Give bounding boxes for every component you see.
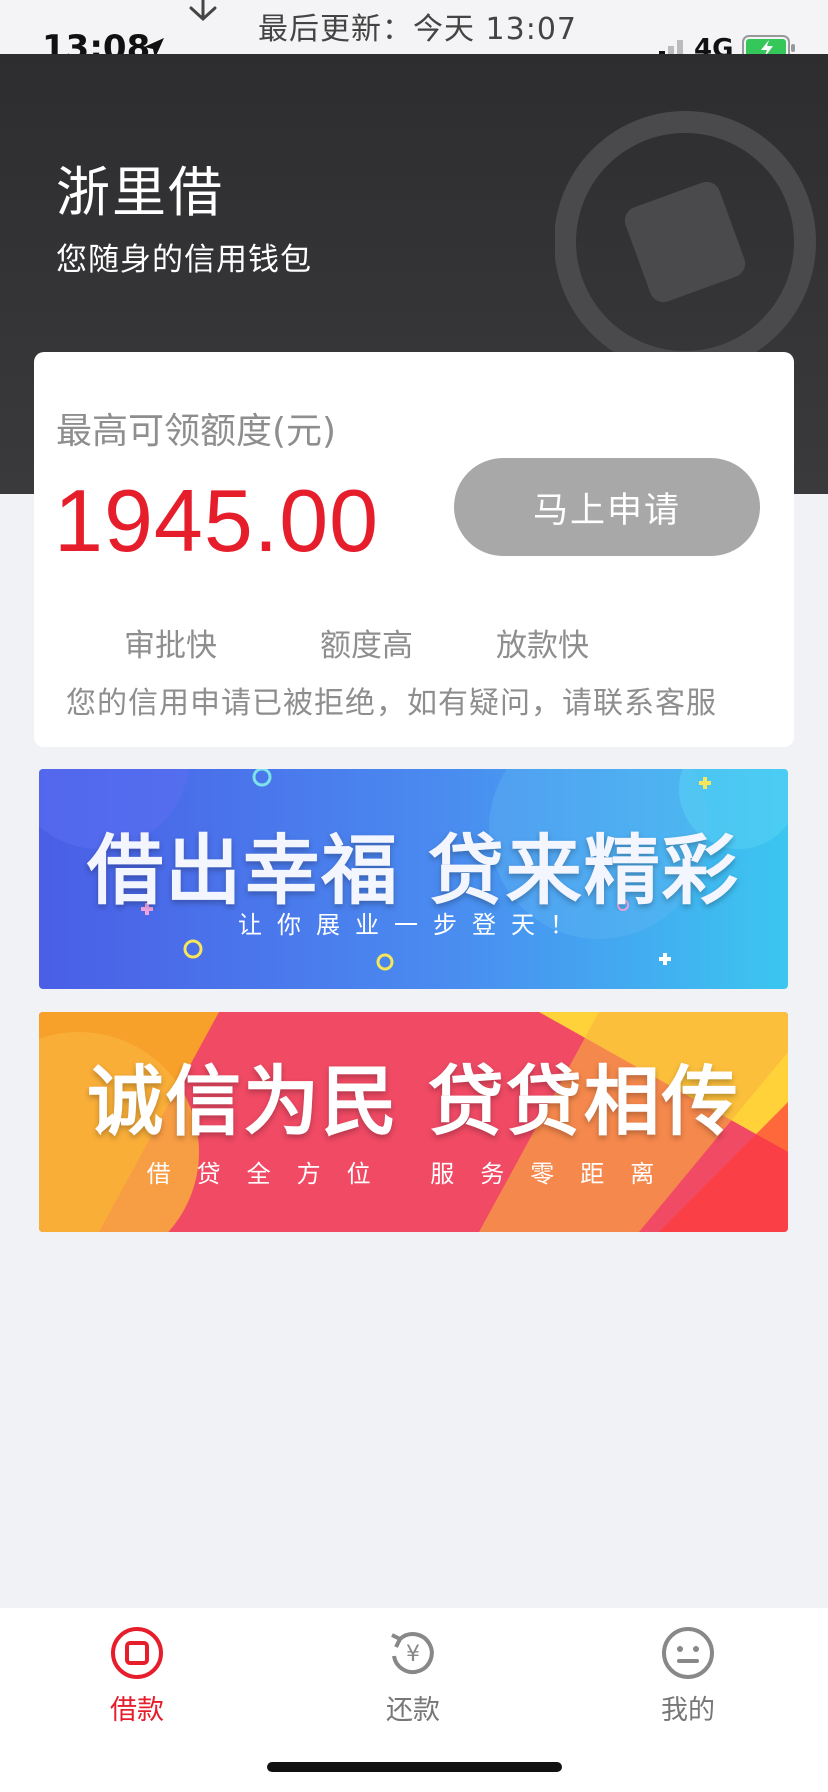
tab-repay-label: 还款: [386, 1695, 440, 1726]
banner-2-headline: 诚信为民 贷贷相传: [87, 1057, 740, 1146]
banner-2-tagline: 借贷全方位 服务零距离: [146, 1160, 681, 1188]
tab-borrow-label: 借款: [110, 1695, 164, 1726]
app-subtitle: 您随身的信用钱包: [56, 242, 312, 278]
tab-mine[interactable]: 我的: [598, 1626, 778, 1736]
home-indicator[interactable]: [267, 1762, 562, 1772]
feature-high-limit: 额度高: [320, 628, 413, 664]
credit-limit-label: 最高可领额度(元): [56, 411, 337, 452]
svg-text:¥: ¥: [406, 1642, 420, 1667]
repay-icon: ¥: [391, 1632, 434, 1674]
promo-banner-2[interactable]: 诚信为民 贷贷相传 借贷全方位 服务零距离: [39, 1012, 788, 1232]
feature-fast-payout: 放款快: [496, 628, 589, 664]
rejection-notice: 您的信用申请已被拒绝，如有疑问，请联系客服: [66, 686, 717, 721]
feature-fast-approval: 审批快: [124, 628, 217, 664]
promo-banner-1[interactable]: 借出幸福 贷来精彩 让你展业一步登天！: [39, 769, 788, 989]
borrow-icon: [111, 1627, 163, 1679]
tab-repay[interactable]: ¥ 还款: [323, 1626, 503, 1736]
tab-borrow[interactable]: 借款: [47, 1626, 227, 1736]
profile-icon: [662, 1627, 714, 1679]
banner-1-headline: 借出幸福 贷来精彩: [87, 826, 740, 915]
banner-1-tagline: 让你展业一步登天！: [238, 911, 589, 939]
credit-limit-amount: 1945.00: [54, 471, 380, 570]
credit-limit-card: 最高可领额度(元) 1945.00 马上申请 审批快 额度高 放款快 您的信用申…: [34, 352, 794, 747]
tab-mine-label: 我的: [661, 1695, 715, 1726]
emblem-watermark-icon: [555, 111, 816, 362]
arrow-down-icon: [189, 0, 217, 22]
apply-now-button[interactable]: 马上申请: [454, 458, 760, 556]
app-title: 浙里借: [56, 161, 224, 224]
